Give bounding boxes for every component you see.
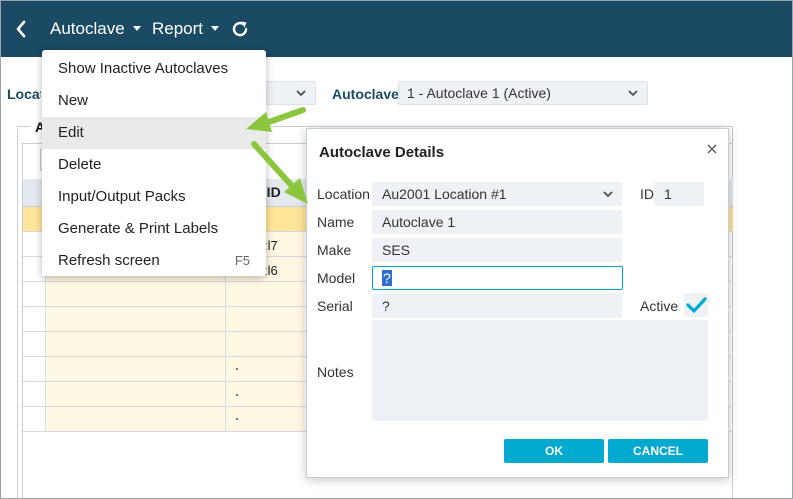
- make-value: SES: [382, 242, 411, 258]
- make-label: Make: [317, 242, 352, 258]
- serial-input[interactable]: ?: [372, 294, 622, 318]
- report-menu[interactable]: Report: [152, 0, 220, 57]
- serial-value: ?: [382, 298, 390, 314]
- chevron-down-icon: [603, 191, 613, 198]
- refresh-button[interactable]: [230, 0, 250, 57]
- dialog-title: Autoclave Details: [319, 144, 445, 161]
- grid-cell-fragment: :l6: [264, 263, 278, 278]
- menu-item-delete[interactable]: Delete: [42, 149, 266, 181]
- menu-item-label: Generate & Print Labels: [58, 220, 219, 237]
- menu-item-label: Show Inactive Autoclaves: [58, 60, 229, 77]
- id-field: 1: [654, 182, 704, 206]
- active-label: Active: [640, 298, 679, 314]
- menu-item-refresh-screen[interactable]: Refresh screen F5: [42, 245, 266, 277]
- autoclave-details-dialog: Autoclave Details Location Au2001 Locati…: [306, 128, 729, 478]
- cancel-button[interactable]: CANCEL: [608, 439, 708, 463]
- make-input[interactable]: SES: [372, 238, 622, 262]
- notes-label: Notes: [317, 364, 354, 380]
- name-label: Name: [317, 214, 355, 230]
- id-label: ID: [640, 186, 654, 202]
- model-value-selected: ?: [382, 270, 392, 286]
- name-value: Autoclave 1: [382, 214, 456, 230]
- menu-item-generate-print-labels[interactable]: Generate & Print Labels: [42, 213, 266, 245]
- autoclave-menu-label: Autoclave: [50, 18, 125, 38]
- autoclave-filter-select[interactable]: 1 - Autoclave 1 (Active): [398, 81, 648, 105]
- grid-cell-dot: [236, 368, 238, 370]
- refresh-icon: [232, 21, 248, 36]
- menu-item-label: Refresh screen: [58, 252, 160, 269]
- autoclave-filter-label: Autoclave: [332, 86, 399, 102]
- close-icon[interactable]: [706, 143, 718, 155]
- ok-button[interactable]: OK: [504, 439, 604, 463]
- autoclave-menu[interactable]: Autoclave: [50, 0, 141, 57]
- top-bar: Autoclave Report: [0, 0, 793, 57]
- location-select[interactable]: Au2001 Location #1: [372, 182, 622, 206]
- checkmark-icon: [686, 297, 707, 313]
- menu-item-label: Edit: [58, 124, 84, 141]
- autoclave-dropdown-menu: Show Inactive Autoclaves New Edit Delete…: [42, 50, 266, 276]
- menu-item-label: Input/Output Packs: [58, 188, 186, 205]
- caret-down-icon: [211, 26, 220, 31]
- menu-item-input-output-packs[interactable]: Input/Output Packs: [42, 181, 266, 213]
- model-input[interactable]: ?: [372, 266, 623, 290]
- location-filter-label: Location: [7, 86, 41, 102]
- menu-item-shortcut: F5: [234, 253, 250, 268]
- grid-cell-dot: [236, 394, 238, 396]
- notes-textarea[interactable]: [372, 320, 708, 421]
- chevron-down-icon: [628, 90, 638, 97]
- menu-item-label: Delete: [58, 156, 102, 173]
- grid-cell-dot: [236, 418, 238, 420]
- active-checkbox[interactable]: [684, 293, 708, 317]
- caret-down-icon: [132, 26, 141, 31]
- menu-item-label: New: [58, 92, 89, 109]
- grid-cell-fragment: :l7: [264, 238, 278, 253]
- id-value: 1: [664, 186, 672, 202]
- menu-item-show-inactive[interactable]: Show Inactive Autoclaves: [42, 53, 266, 85]
- back-button[interactable]: [14, 0, 28, 57]
- name-input[interactable]: Autoclave 1: [372, 210, 622, 234]
- chevron-left-icon: [16, 20, 26, 37]
- chevron-down-icon: [296, 90, 306, 97]
- location-value: Au2001 Location #1: [382, 186, 507, 202]
- report-menu-label: Report: [152, 18, 204, 38]
- menu-item-new[interactable]: New: [42, 85, 266, 117]
- menu-item-edit[interactable]: Edit: [42, 117, 266, 149]
- autoclave-filter-value: 1 - Autoclave 1 (Active): [407, 85, 551, 101]
- location-label: Location: [317, 186, 370, 202]
- serial-label: Serial: [317, 298, 353, 314]
- model-label: Model: [317, 270, 356, 286]
